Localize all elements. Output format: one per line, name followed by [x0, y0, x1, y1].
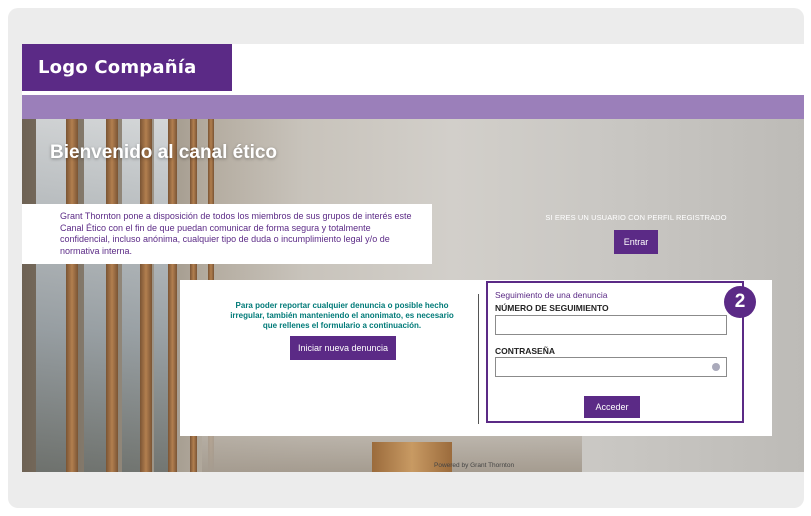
password-input[interactable] — [495, 357, 727, 377]
company-logo: Logo Compañía — [22, 44, 232, 91]
hero-beam — [66, 119, 78, 472]
access-button[interactable]: Acceder — [584, 396, 640, 418]
registered-user-text: SI ERES UN USUARIO CON PERFIL REGISTRADO — [545, 213, 727, 222]
eye-icon[interactable] — [712, 363, 720, 371]
powered-by-text: Powered by Grant Thornton — [434, 462, 515, 469]
tracking-number-label: NÚMERO DE SEGUIMIENTO — [495, 303, 609, 313]
hero-beam — [106, 119, 118, 472]
app-window: Logo Compañía Bienvenido al canal ético … — [22, 44, 804, 472]
report-instructions: Para poder reportar cualquier denuncia o… — [230, 301, 454, 330]
hero-section: Bienvenido al canal ético Grant Thornton… — [22, 119, 804, 472]
hero-beam — [140, 119, 152, 472]
password-label: CONTRASEÑA — [495, 346, 555, 356]
hero-window — [122, 119, 140, 472]
intro-text: Grant Thornton pone a disposición de tod… — [22, 204, 432, 264]
hero-title: Bienvenido al canal ético — [50, 142, 278, 163]
step-badge: 2 — [724, 286, 756, 318]
complaint-panel: Para poder reportar cualquier denuncia o… — [180, 280, 772, 436]
follow-up-heading: Seguimiento de una denuncia — [495, 290, 608, 300]
hero-beam — [168, 119, 177, 472]
new-complaint-button[interactable]: Iniciar nueva denuncia — [290, 336, 396, 360]
tracking-number-input[interactable] — [495, 315, 727, 335]
hero-window — [36, 119, 66, 472]
panel-divider — [478, 294, 479, 424]
hero-window — [84, 119, 106, 472]
header-band — [22, 95, 804, 119]
hero-window — [154, 119, 168, 472]
enter-button[interactable]: Entrar — [614, 230, 658, 254]
follow-up-box: Seguimiento de una denuncia NÚMERO DE SE… — [486, 281, 744, 423]
